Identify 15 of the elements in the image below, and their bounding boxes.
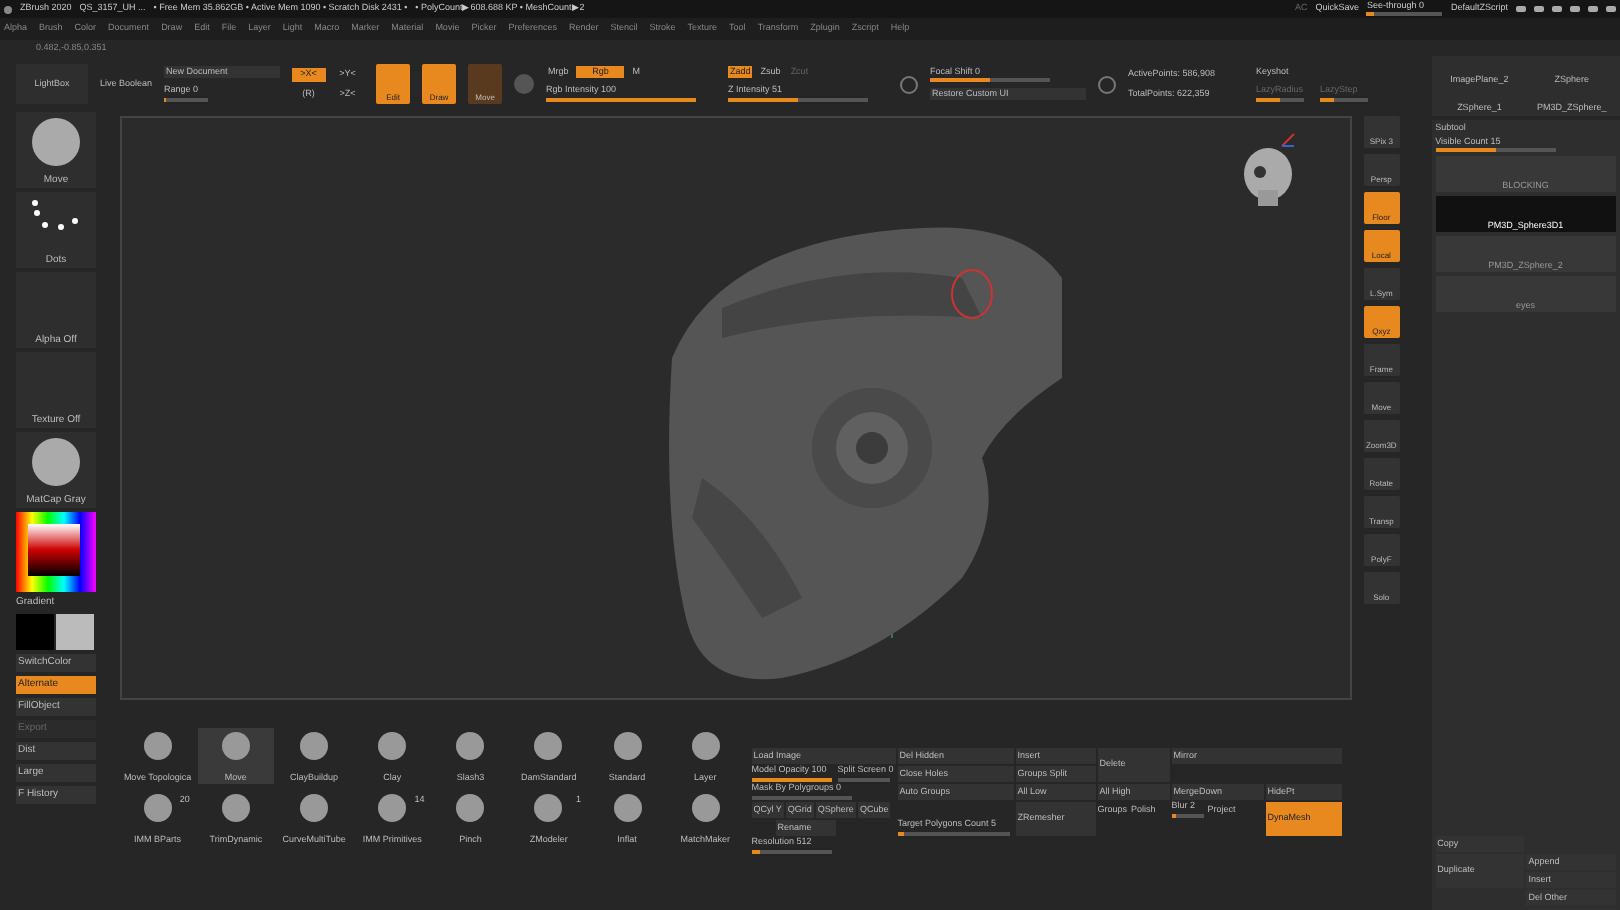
slider[interactable] [546, 97, 697, 102]
draw-size-icon[interactable] [1098, 75, 1117, 93]
slider[interactable] [1171, 813, 1204, 818]
slider[interactable] [164, 97, 209, 102]
slider[interactable] [728, 97, 869, 102]
brush-preview-icon [32, 118, 80, 166]
color-picker[interactable] [16, 512, 96, 592]
secondary-color-swatch[interactable] [56, 614, 94, 650]
color-square[interactable] [28, 524, 80, 576]
slider[interactable] [930, 78, 1051, 83]
slider[interactable] [1366, 12, 1443, 17]
axis-gizmo-icon[interactable] [1280, 133, 1295, 147]
main-color-swatch[interactable] [16, 614, 54, 650]
focal-icon[interactable] [900, 75, 919, 93]
skull-orientation-icon[interactable] [1243, 148, 1292, 206]
